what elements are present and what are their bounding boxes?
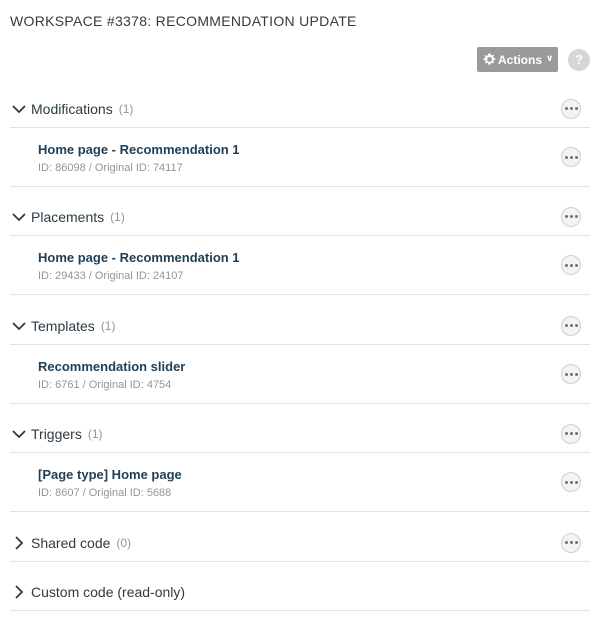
dot-icon [574, 372, 578, 376]
section-label: Custom code (read-only) [31, 583, 186, 600]
help-button[interactable]: ? [568, 49, 590, 71]
item-name-link[interactable]: [Page type] Home page [38, 467, 182, 482]
more-options-button[interactable] [561, 206, 581, 227]
section-triggers: Triggers (1) [Page type] Home page ID: 8… [10, 415, 590, 512]
dot-icon [574, 432, 578, 435]
section-placements: Placements (1) Home page - Recommendatio… [10, 198, 590, 295]
dot-icon [564, 372, 568, 376]
dot-icon [574, 480, 578, 484]
section-header[interactable]: Custom code (read-only) [10, 573, 590, 611]
more-options-button[interactable] [561, 147, 581, 167]
item-ids: ID: 29433 / Original ID: 24107 [38, 270, 184, 282]
section-shared-code: Shared code (0) [10, 524, 590, 562]
item-ids: ID: 86098 / Original ID: 74117 [38, 162, 183, 174]
section-custom-code: Custom code (read-only) [10, 573, 590, 611]
dot-icon [569, 372, 573, 376]
section-label: Modifications [31, 100, 113, 117]
list-item: Home page - Recommendation 1 ID: 86098 /… [10, 128, 590, 187]
dot-icon [564, 107, 568, 110]
dot-icon [564, 324, 568, 327]
dot-icon [569, 480, 573, 484]
more-options-button[interactable] [561, 423, 581, 444]
chevron-right-icon[interactable] [11, 535, 27, 551]
dot-icon [569, 263, 573, 267]
dot-icon [569, 155, 573, 159]
list-item: Home page - Recommendation 1 ID: 29433 /… [10, 236, 590, 295]
dot-icon [574, 324, 578, 327]
dot-icon [569, 432, 573, 435]
dot-icon [564, 480, 568, 484]
section-count: (1) [87, 426, 103, 441]
section-count: (1) [100, 318, 116, 333]
more-options-button[interactable] [561, 364, 581, 384]
dot-icon [564, 541, 568, 544]
item-name-link[interactable]: Recommendation slider [38, 359, 185, 374]
section-label: Placements [31, 208, 105, 225]
dot-icon [569, 215, 573, 218]
more-options-button[interactable] [561, 532, 581, 553]
page-title: WORKSPACE #3378: RECOMMENDATION UPDATE [10, 13, 357, 29]
section-count: (1) [118, 101, 134, 116]
dot-icon [574, 215, 578, 218]
list-item: [Page type] Home page ID: 8607 / Origina… [10, 453, 590, 512]
gear-icon [483, 53, 496, 65]
more-options-button[interactable] [561, 98, 581, 119]
dot-icon [574, 541, 578, 544]
section-header[interactable]: Shared code (0) [10, 524, 590, 562]
section-label: Shared code [31, 534, 111, 551]
dot-icon [569, 324, 573, 327]
item-ids: ID: 8607 / Original ID: 5688 [38, 487, 172, 499]
dot-icon [564, 432, 568, 435]
dot-icon [569, 107, 573, 110]
chevron-down-icon[interactable] [11, 101, 27, 117]
list-item: Recommendation slider ID: 6761 / Origina… [10, 345, 590, 404]
more-options-button[interactable] [561, 472, 581, 492]
more-options-button[interactable] [561, 255, 581, 275]
chevron-down-icon: ∨ [546, 53, 554, 63]
section-label: Triggers [31, 425, 82, 442]
dot-icon [574, 263, 578, 267]
section-count: (1) [110, 209, 125, 224]
more-options-button[interactable] [561, 315, 581, 336]
dot-icon [564, 215, 568, 218]
item-name-link[interactable]: Home page - Recommendation 1 [38, 142, 240, 157]
chevron-right-icon[interactable] [11, 584, 27, 600]
item-ids: ID: 6761 / Original ID: 4754 [38, 379, 172, 391]
chevron-down-icon[interactable] [11, 318, 27, 334]
section-header[interactable]: Modifications (1) [10, 90, 590, 128]
section-count: (0) [116, 535, 132, 550]
dot-icon [574, 107, 578, 110]
section-header[interactable]: Triggers (1) [10, 415, 590, 453]
item-name-link[interactable]: Home page - Recommendation 1 [38, 250, 240, 265]
actions-button[interactable]: Actions ∨ [477, 47, 558, 72]
actions-label: Actions [498, 52, 543, 67]
dot-icon [564, 155, 568, 159]
dot-icon [574, 155, 578, 159]
section-label: Templates [31, 317, 95, 334]
chevron-down-icon[interactable] [11, 426, 27, 442]
dot-icon [569, 541, 573, 544]
chevron-down-icon[interactable] [11, 209, 27, 225]
section-templates: Templates (1) Recommendation slider ID: … [10, 307, 590, 404]
dot-icon [564, 263, 568, 267]
section-header[interactable]: Templates (1) [10, 307, 590, 345]
section-header[interactable]: Placements (1) [10, 198, 590, 236]
section-modifications: Modifications (1) Home page - Recommenda… [10, 90, 590, 187]
